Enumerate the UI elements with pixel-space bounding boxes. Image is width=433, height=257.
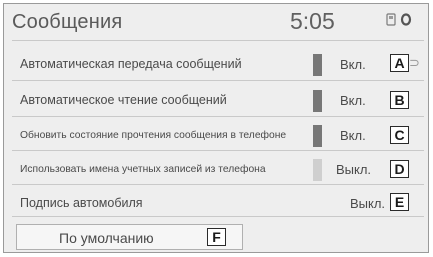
callout-label: C bbox=[390, 126, 409, 144]
scroll-indicator-icon: ⊃ bbox=[409, 55, 420, 70]
callout-label: B bbox=[390, 91, 409, 109]
on-indicator bbox=[313, 54, 322, 76]
divider bbox=[12, 80, 424, 81]
default-button-label: По умолчанию bbox=[59, 230, 154, 246]
divider bbox=[12, 150, 424, 151]
divider bbox=[12, 216, 424, 217]
off-indicator bbox=[313, 159, 322, 181]
callout-label: A bbox=[390, 54, 409, 72]
setting-value: Выкл. bbox=[336, 162, 372, 177]
setting-value: Выкл. bbox=[350, 196, 386, 211]
setting-label: Автоматическое чтение сообщений bbox=[20, 93, 227, 107]
callout-label: F bbox=[207, 228, 226, 246]
divider bbox=[12, 116, 424, 117]
callout-label: D bbox=[390, 160, 409, 178]
divider bbox=[12, 40, 424, 41]
on-indicator bbox=[313, 90, 322, 112]
setting-label: Подпись автомобиля bbox=[20, 196, 143, 210]
setting-label: Обновить состояние прочтения сообщения в… bbox=[20, 130, 287, 141]
messages-settings-screen: Сообщения 5:05 Автоматическая передача с… bbox=[3, 3, 429, 253]
clock: 5:05 bbox=[290, 8, 335, 34]
page-title: Сообщения bbox=[12, 11, 123, 33]
setting-label: Использовать имена учетных записей из те… bbox=[20, 164, 266, 175]
divider bbox=[12, 184, 424, 185]
setting-value: Вкл. bbox=[340, 128, 366, 143]
callout-label: E bbox=[390, 193, 409, 211]
on-indicator bbox=[313, 125, 322, 147]
phone-icon bbox=[386, 13, 396, 31]
setting-label: Автоматическая передача сообщений bbox=[20, 57, 242, 71]
setting-value: Вкл. bbox=[340, 57, 366, 72]
notification-icon bbox=[400, 13, 412, 31]
setting-value: Вкл. bbox=[340, 93, 366, 108]
